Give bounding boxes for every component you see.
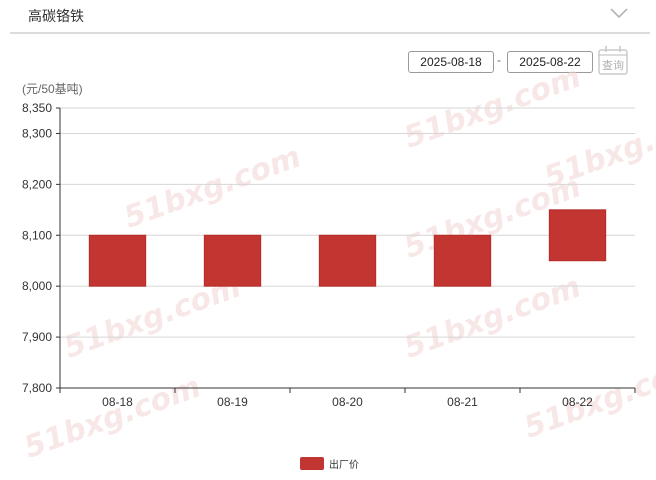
y-tick-label: 7,800: [22, 381, 52, 395]
y-tick-label: 8,000: [22, 279, 52, 293]
y-tick-label: 8,350: [22, 101, 52, 115]
x-tick-label: 08-21: [447, 395, 478, 409]
price-chart: 7,800 7,900 8,000 8,100 8,200 8,300 8,350 08-18…: [22, 101, 636, 409]
price-candle: [548, 209, 607, 262]
x-tick-label: 08-20: [332, 395, 363, 409]
y-tick-label: 8,300: [22, 126, 52, 140]
x-tick-label: 08-19: [217, 395, 248, 409]
x-tick-label: 08-18: [102, 395, 133, 409]
y-tick-label: 8,200: [22, 177, 52, 191]
price-candle: [88, 234, 147, 287]
price-candle: [433, 234, 492, 287]
price-candle: [203, 234, 262, 287]
y-tick-label: 7,900: [22, 330, 52, 344]
legend-label: 出厂价: [329, 459, 359, 471]
price-candle: [318, 234, 377, 287]
x-tick-label: 08-22: [562, 395, 593, 409]
legend-swatch: [300, 456, 324, 470]
y-tick-label: 8,100: [22, 228, 52, 242]
legend[interactable]: 出厂价: [300, 456, 359, 471]
